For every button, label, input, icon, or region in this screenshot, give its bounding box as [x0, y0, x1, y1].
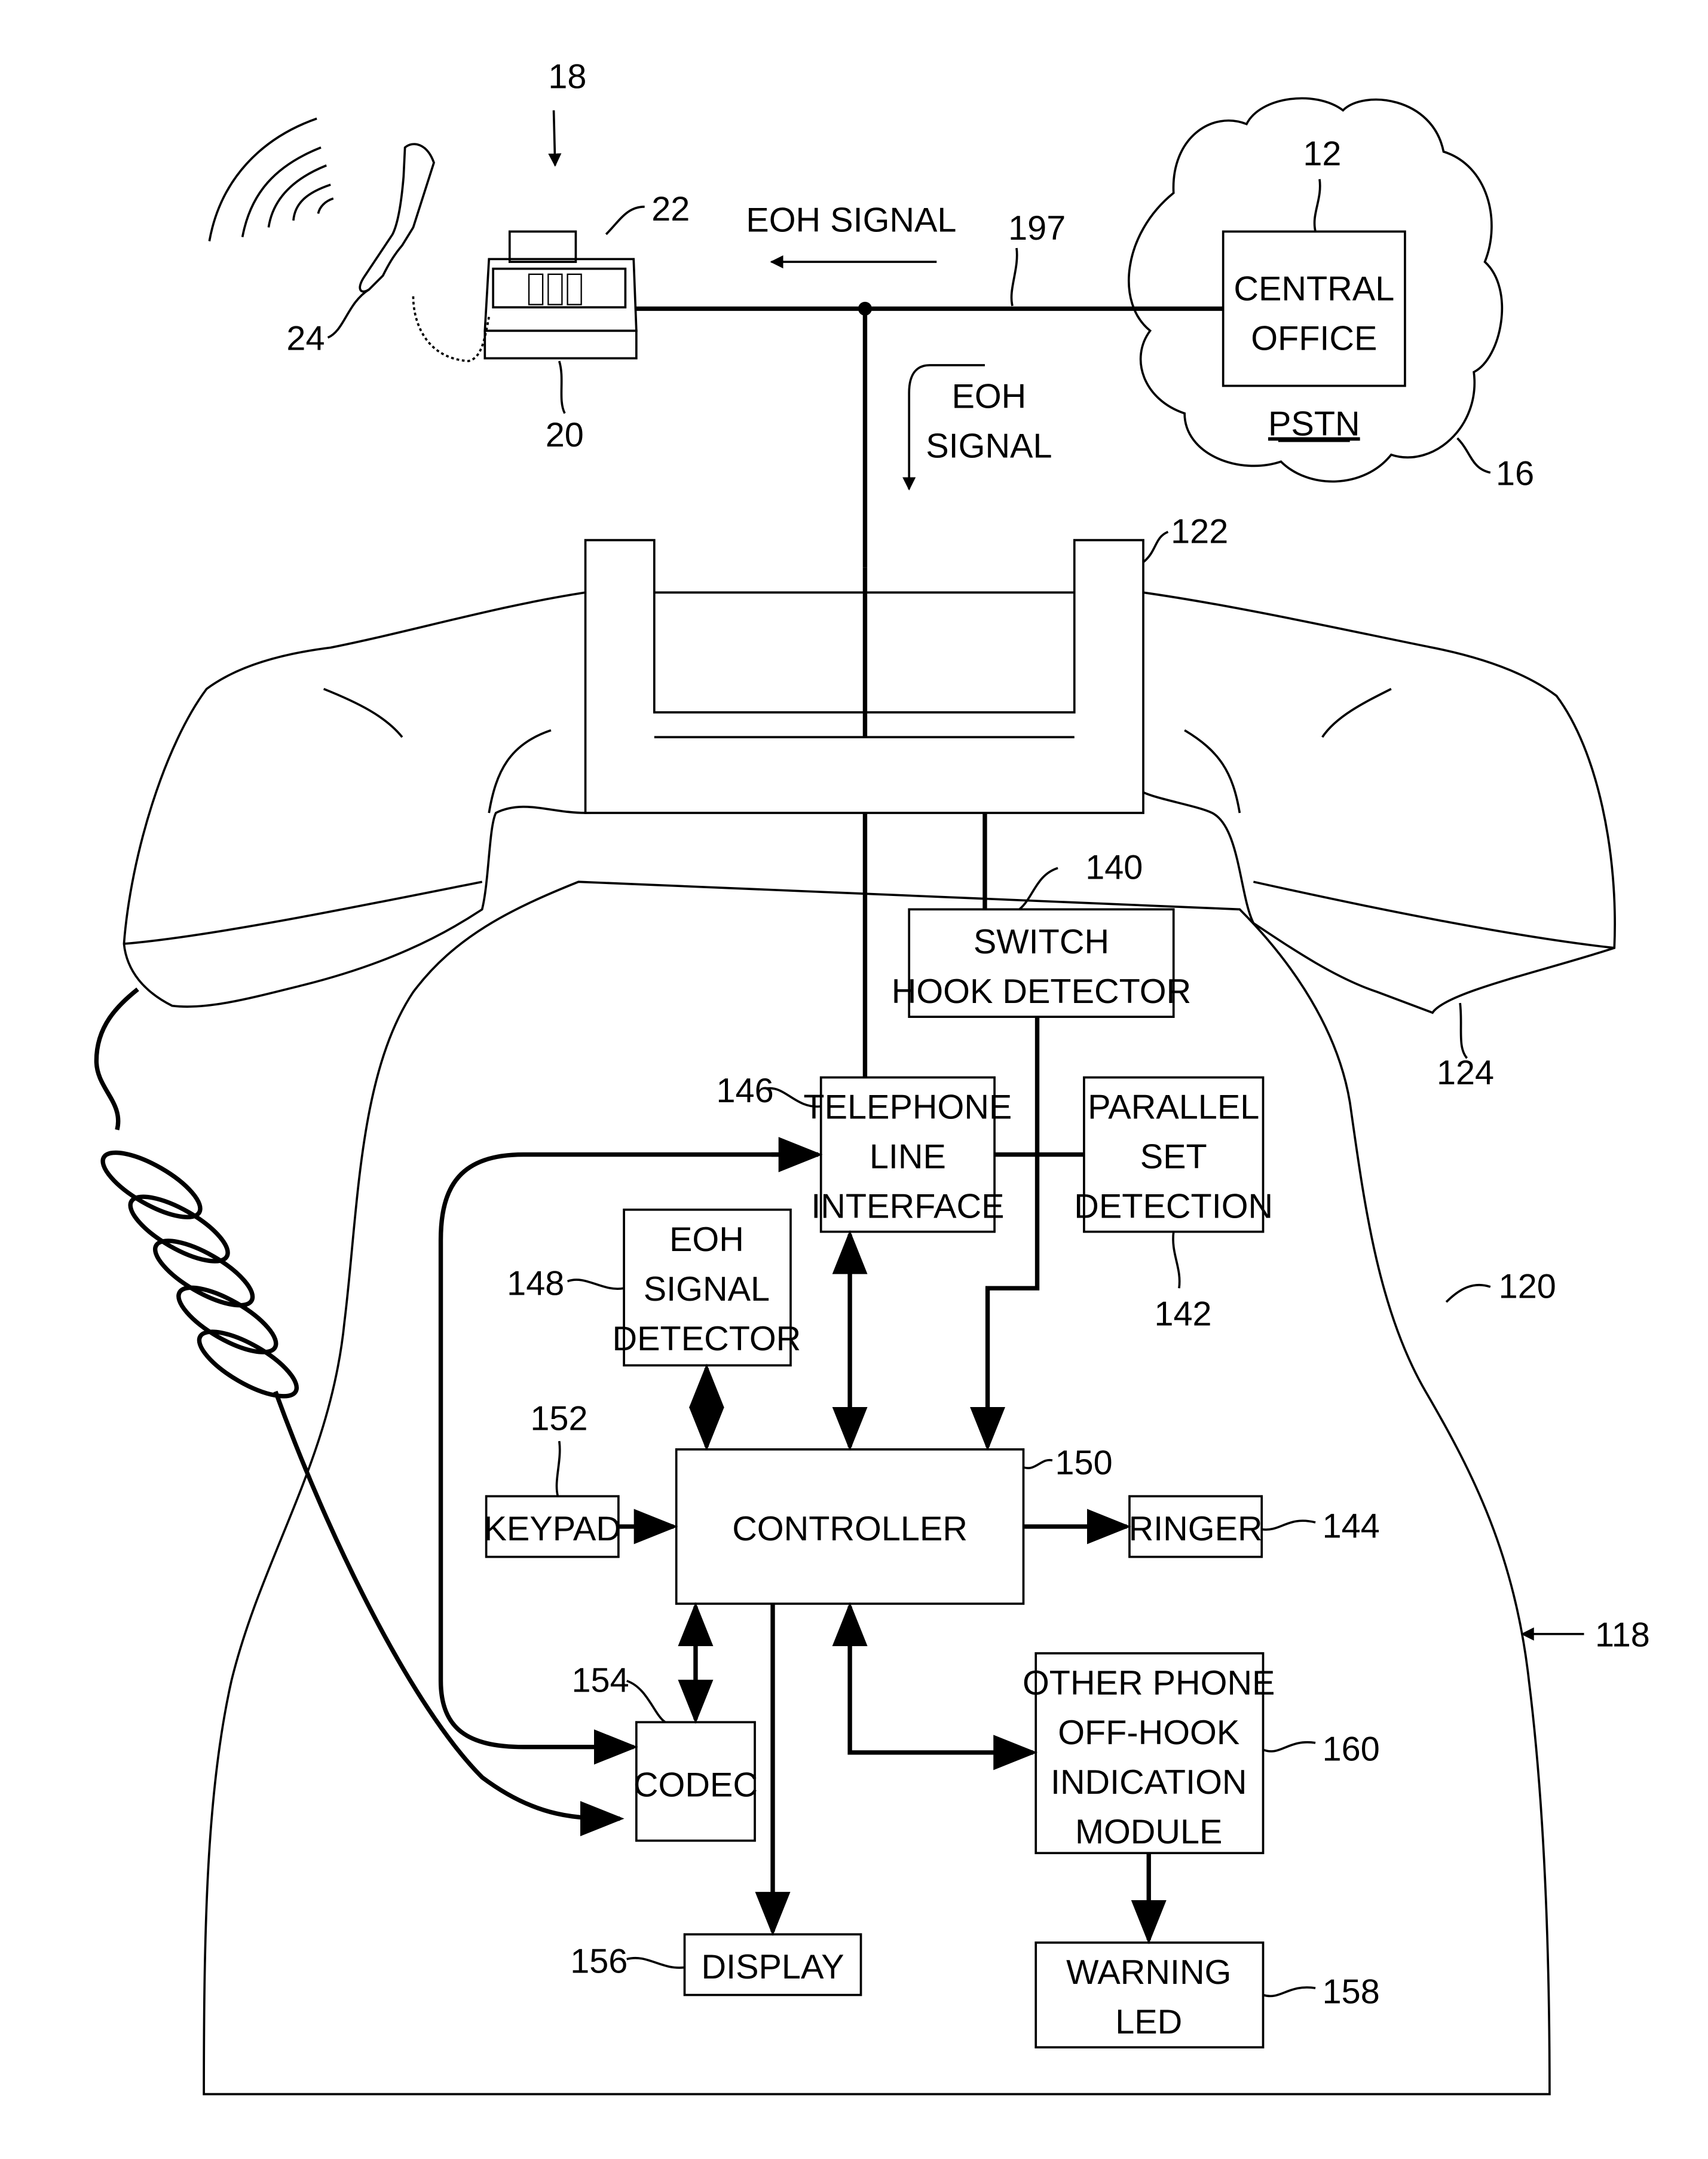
- keypad-block: KEYPAD: [484, 1495, 621, 1558]
- ref-154: 154: [572, 1662, 629, 1700]
- switch-hook-label-2: HOOK DETECTOR: [892, 973, 1191, 1011]
- eoh-signal-label-vertical-1: EOH: [951, 377, 1026, 415]
- ref-24: 24: [286, 320, 325, 358]
- ringer-block: RINGER: [1128, 1495, 1263, 1558]
- ref-146: 146: [717, 1072, 774, 1110]
- warning-led-label-2: LED: [1115, 2003, 1182, 2041]
- display-label: DISPLAY: [701, 1948, 844, 1986]
- telephone-line-interface-block: TELEPHONE LINE INTERFACE: [803, 1076, 1012, 1233]
- eoh-signal-detector-block: EOH SIGNAL DETECTOR: [612, 1208, 801, 1367]
- ref-152: 152: [530, 1400, 587, 1438]
- codec-block: CODEC: [633, 1721, 758, 1842]
- keypad-label: KEYPAD: [484, 1510, 621, 1548]
- psd-label-3: DETECTION: [1074, 1188, 1273, 1226]
- tli-label-3: INTERFACE: [811, 1188, 1004, 1226]
- ref-156: 156: [570, 1943, 628, 1981]
- ref-22: 22: [651, 190, 690, 228]
- codec-label: CODEC: [633, 1766, 758, 1805]
- module-label-4: MODULE: [1075, 1813, 1222, 1851]
- ringer-label: RINGER: [1129, 1510, 1263, 1548]
- ref-148: 148: [507, 1265, 564, 1303]
- central-office-label-2: OFFICE: [1251, 320, 1377, 358]
- ref-160: 160: [1323, 1730, 1380, 1769]
- warning-led-block: WARNING LED: [1034, 1941, 1265, 2048]
- pstn-label: PSTN: [1268, 405, 1360, 443]
- warning-led-label-1: WARNING: [1066, 1953, 1231, 1992]
- sound-waves-icon: [208, 117, 334, 241]
- ref-140: 140: [1085, 849, 1143, 887]
- handset-small: [359, 143, 491, 362]
- central-office-label-1: CENTRAL: [1233, 270, 1394, 308]
- eoh-signal-label-vertical-2: SIGNAL: [926, 427, 1052, 465]
- module-label-2: OFF-HOOK: [1058, 1714, 1239, 1752]
- eoh-det-label-3: DETECTOR: [612, 1320, 801, 1358]
- ref-150: 150: [1055, 1444, 1113, 1482]
- ref-142: 142: [1154, 1295, 1211, 1333]
- ref-118: 118: [1595, 1616, 1650, 1654]
- eoh-det-label-1: EOH: [669, 1221, 744, 1259]
- ref-20: 20: [546, 416, 584, 454]
- ref-120: 120: [1499, 1267, 1556, 1305]
- ref-16: 16: [1496, 454, 1534, 493]
- psd-label-1: PARALLEL: [1088, 1088, 1259, 1127]
- central-office-box: [1222, 230, 1406, 387]
- parallel-set-detection-block: PARALLEL SET DETECTION: [1074, 1076, 1273, 1233]
- ref-144: 144: [1323, 1507, 1380, 1545]
- ref-122: 122: [1171, 512, 1228, 551]
- patent-figure: 18 22 24 20 197 EOH SIGNAL EOH SIGNAL CE…: [94, 58, 1650, 2096]
- switch-hook-label-1: SWITCH: [974, 923, 1109, 961]
- eoh-det-label-2: SIGNAL: [644, 1270, 770, 1308]
- controller-label: CONTROLLER: [732, 1510, 968, 1548]
- module-label-1: OTHER PHONE: [1023, 1664, 1275, 1702]
- tli-label-1: TELEPHONE: [803, 1088, 1012, 1127]
- controller-block: CONTROLLER: [675, 1448, 1025, 1605]
- ref-158: 158: [1323, 1973, 1380, 2011]
- eoh-signal-label-horizontal: EOH SIGNAL: [746, 201, 956, 239]
- cradle-122: [584, 539, 1144, 814]
- display-block: DISPLAY: [683, 1933, 862, 1996]
- ref-12: 12: [1303, 135, 1341, 173]
- ref-124: 124: [1437, 1054, 1494, 1092]
- telephone-base: [483, 230, 638, 360]
- ref-197: 197: [1008, 209, 1066, 247]
- psd-label-2: SET: [1140, 1138, 1207, 1176]
- switch-hook-detector-block: SWITCH HOOK DETECTOR: [892, 908, 1191, 1018]
- ref-18: 18: [548, 58, 586, 96]
- module-label-3: INDICATION: [1051, 1763, 1247, 1802]
- other-phone-off-hook-indication-module-block: OTHER PHONE OFF-HOOK INDICATION MODULE: [1023, 1652, 1275, 1855]
- tli-label-2: LINE: [870, 1138, 946, 1176]
